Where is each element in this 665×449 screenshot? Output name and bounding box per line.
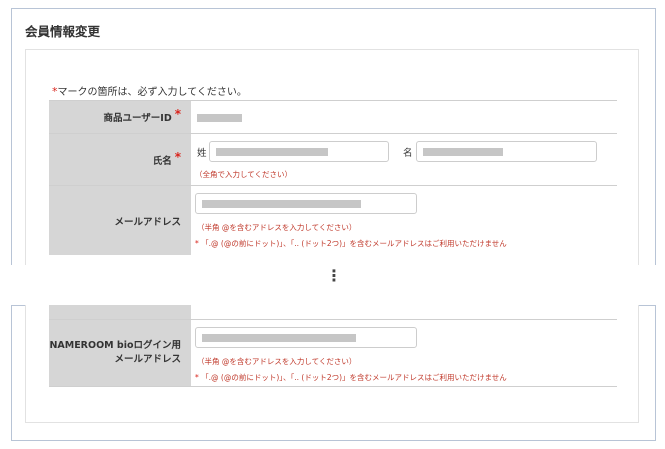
masked-user-id [197,114,242,122]
name-value: 姓 名 （全角で入力してください） [191,134,617,185]
required-mark: * [174,107,181,121]
first-name-input[interactable] [416,141,597,162]
nameroom-email-label: NAMEROOM bioログイン用 メールアドレス [49,320,191,386]
email-hint: （半角 @を含むアドレスを入力してください） [197,223,357,232]
profile-form-panel-top: 会員情報変更 *マークの箇所は、必ず入力してください。 商品ユーザーID * 氏名… [11,8,656,265]
masked-email [202,200,361,208]
nameroom-email-input[interactable] [195,327,417,348]
masked-nameroom-email [202,334,356,342]
masked-last-name [216,148,328,156]
user-id-value [191,101,617,133]
page-title: 会員情報変更 [25,24,101,39]
user-id-label: 商品ユーザーID * [49,101,191,133]
last-name-input[interactable] [209,141,389,162]
email-warning: * 「.@ (@の前にドット)」、「.. (ドット2つ)」を含むメールアドレスは… [195,239,507,248]
form-row-name: 氏名 * 姓 名 （全角で入力してください） [49,133,617,185]
last-name-label: 姓 [197,148,207,159]
email-label: メールアドレス [49,186,191,255]
name-label: 氏名 * [49,134,191,185]
nameroom-email-value: （半角 @を含むアドレスを入力してください） * 「.@ (@の前にドット)」、… [191,320,617,386]
warning-mark: * [195,373,199,382]
form-row-user-id: 商品ユーザーID * [49,100,617,133]
content-break-ellipsis: ⋮ [326,266,342,285]
email-input[interactable] [195,193,417,214]
name-hint: （全角で入力してください） [195,170,293,179]
form-container: *マークの箇所は、必ず入力してください。 商品ユーザーID * 氏名 * 姓 名… [25,49,639,265]
nameroom-email-hint: （半角 @を含むアドレスを入力してください） [197,357,357,366]
required-mark: * [174,149,181,164]
required-note: *マークの箇所は、必ず入力してください。 [52,85,247,98]
email-value: （半角 @を含むアドレスを入力してください） * 「.@ (@の前にドット)」、… [191,186,617,255]
form-row-email: メールアドレス （半角 @を含むアドレスを入力してください） * 「.@ (@の… [49,185,617,255]
form-container-continued: NAMEROOM bioログイン用 メールアドレス （半角 @を含むアドレスを入… [25,305,639,423]
form-row-nameroom-email: NAMEROOM bioログイン用 メールアドレス （半角 @を含むアドレスを入… [49,319,617,387]
previous-row-label-tail [49,305,191,319]
first-name-label: 名 [403,148,413,159]
profile-form-panel-bottom: NAMEROOM bioログイン用 メールアドレス （半角 @を含むアドレスを入… [11,305,656,441]
warning-mark: * [195,239,199,248]
masked-first-name [423,148,503,156]
nameroom-email-warning: * 「.@ (@の前にドット)」、「.. (ドット2つ)」を含むメールアドレスは… [195,373,507,382]
